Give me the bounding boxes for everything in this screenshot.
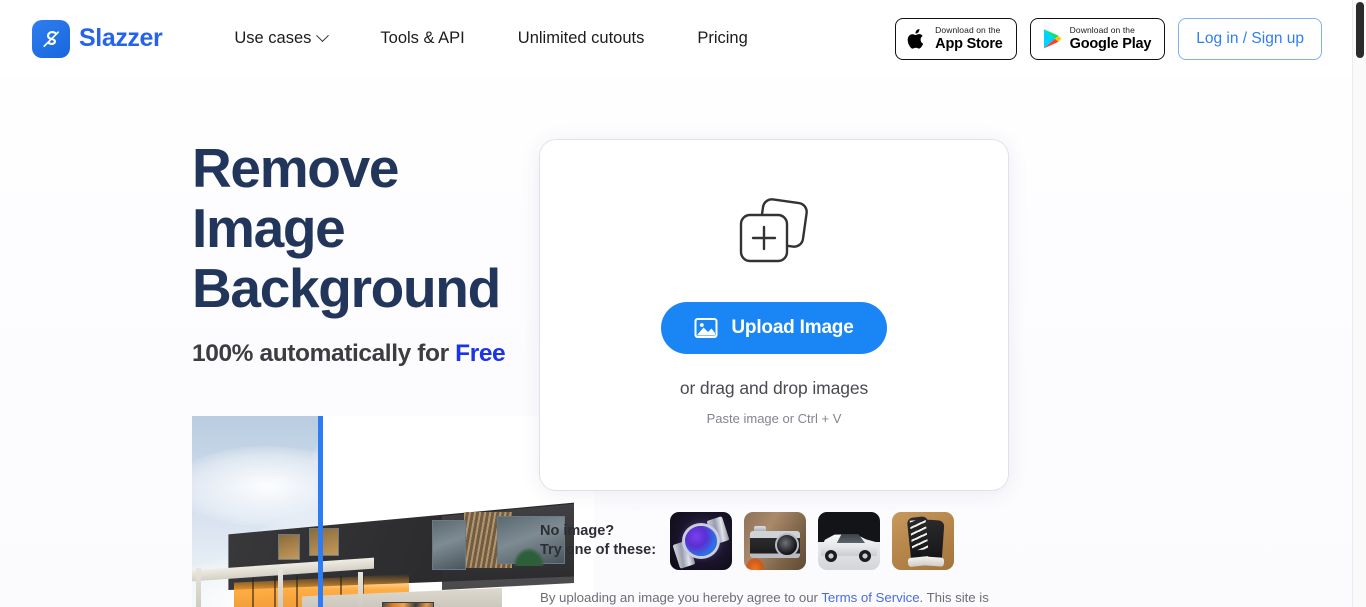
window-mullion <box>296 576 298 607</box>
page-title: Remove Image Background <box>192 138 540 318</box>
google-play-text: Download on the Google Play <box>1070 26 1152 51</box>
image-icon <box>694 318 718 338</box>
hero-subtitle-highlight: Free <box>455 340 506 367</box>
login-signup-button[interactable]: Log in / Sign up <box>1178 17 1322 60</box>
image-stack-plus-icon <box>729 195 819 275</box>
upload-button-label: Upload Image <box>731 317 854 338</box>
house-wood-panel <box>309 528 339 556</box>
brand-logo[interactable]: Slazzer <box>32 19 163 58</box>
google-play-icon <box>1043 28 1061 48</box>
window-mullion <box>252 576 254 607</box>
pergola-post <box>196 568 201 607</box>
hero-subtitle-prefix: 100% automatically for <box>192 340 456 367</box>
pergola-post <box>358 572 363 607</box>
sample-thumbnail-camera[interactable] <box>744 512 806 570</box>
google-play-big-label: Google Play <box>1069 35 1152 52</box>
terms-disclaimer: By uploading an image you hereby agree t… <box>540 590 1040 605</box>
upload-right-column: Upload Image or drag and drop images Pas… <box>540 77 1040 607</box>
watch-face <box>685 526 717 556</box>
main-content: Remove Image Background 100% automatical… <box>0 77 1352 607</box>
terms-prefix: By uploading an image you hereby agree t… <box>540 590 822 605</box>
apple-icon <box>907 28 924 49</box>
shoe-sole <box>921 556 945 567</box>
page-scrollbar[interactable] <box>1352 0 1366 607</box>
shoe-laces <box>909 519 929 551</box>
paste-hint-text: Paste image or Ctrl + V <box>706 411 842 426</box>
app-store-button[interactable]: Download on the App Store <box>895 17 1017 60</box>
sample-thumbnail-shoes[interactable] <box>892 512 954 570</box>
hero-left-column: Remove Image Background 100% automatical… <box>0 77 594 607</box>
nav-label: Tools & API <box>380 29 465 47</box>
car-wheel <box>859 550 871 562</box>
hero-title-line2: Background <box>192 257 501 319</box>
nav-item-unlimited-cutouts[interactable]: Unlimited cutouts <box>518 21 645 56</box>
app-store-big-label: App Store <box>935 35 1003 52</box>
sample-label-line1: No image? <box>540 523 615 539</box>
terms-of-service-link[interactable]: Terms of Service <box>821 590 919 605</box>
sample-thumbnail-watch[interactable] <box>670 512 732 570</box>
hero-subtitle: 100% automatically for Free <box>192 340 540 368</box>
brand-name: Slazzer <box>79 24 163 52</box>
main-navigation: Use cases Tools & API Unlimited cutouts … <box>234 21 747 56</box>
chevron-down-icon <box>316 29 330 43</box>
camera-foreground-object <box>746 558 764 570</box>
scrollbar-thumb[interactable] <box>1356 2 1364 58</box>
upload-image-button[interactable]: Upload Image <box>661 302 887 354</box>
car-wheel <box>825 550 837 562</box>
app-store-text: Download on the App Store <box>935 25 1003 52</box>
slazzer-logo-icon <box>32 19 70 58</box>
nav-label: Unlimited cutouts <box>517 29 645 47</box>
header-actions: Download on the App Store Download on th… <box>895 17 1322 60</box>
upload-dropzone[interactable]: Upload Image or drag and drop images Pas… <box>540 140 1008 490</box>
sample-thumbnail-car[interactable] <box>818 512 880 570</box>
drag-drop-text: or drag and drop images <box>679 378 869 398</box>
hero-title-line1: Remove Image <box>192 137 399 259</box>
nav-item-tools-api[interactable]: Tools & API <box>380 21 464 56</box>
page-root: Slazzer Use cases Tools & API Unlimited … <box>0 0 1352 607</box>
sample-thumbnails <box>670 512 954 570</box>
sample-label-line2: Try one of these: <box>540 542 657 558</box>
site-header: Slazzer Use cases Tools & API Unlimited … <box>0 0 1352 77</box>
window-mullion <box>274 576 276 607</box>
sample-images-section: No image? Try one of these: <box>540 512 1040 570</box>
terms-suffix: . This site is <box>919 590 989 605</box>
nav-item-pricing[interactable]: Pricing <box>697 21 747 56</box>
nav-label: Pricing <box>697 29 748 47</box>
app-store-small-label: Download on the <box>935 25 1001 35</box>
sample-images-label: No image? Try one of these: <box>540 522 670 560</box>
before-after-image <box>192 416 594 607</box>
pergola-post <box>278 570 283 607</box>
google-play-small-label: Download on the <box>1069 25 1135 35</box>
house-wood-panel <box>278 534 300 560</box>
google-play-button[interactable]: Download on the Google Play <box>1029 17 1166 60</box>
hero-image <box>192 416 594 607</box>
camera-lens <box>775 533 799 557</box>
nav-item-use-cases[interactable]: Use cases <box>234 21 330 56</box>
house-glass-panel <box>432 520 466 570</box>
before-after-slider-handle[interactable] <box>318 416 323 607</box>
house-lower-window <box>382 602 434 607</box>
nav-label: Use cases <box>234 29 312 47</box>
